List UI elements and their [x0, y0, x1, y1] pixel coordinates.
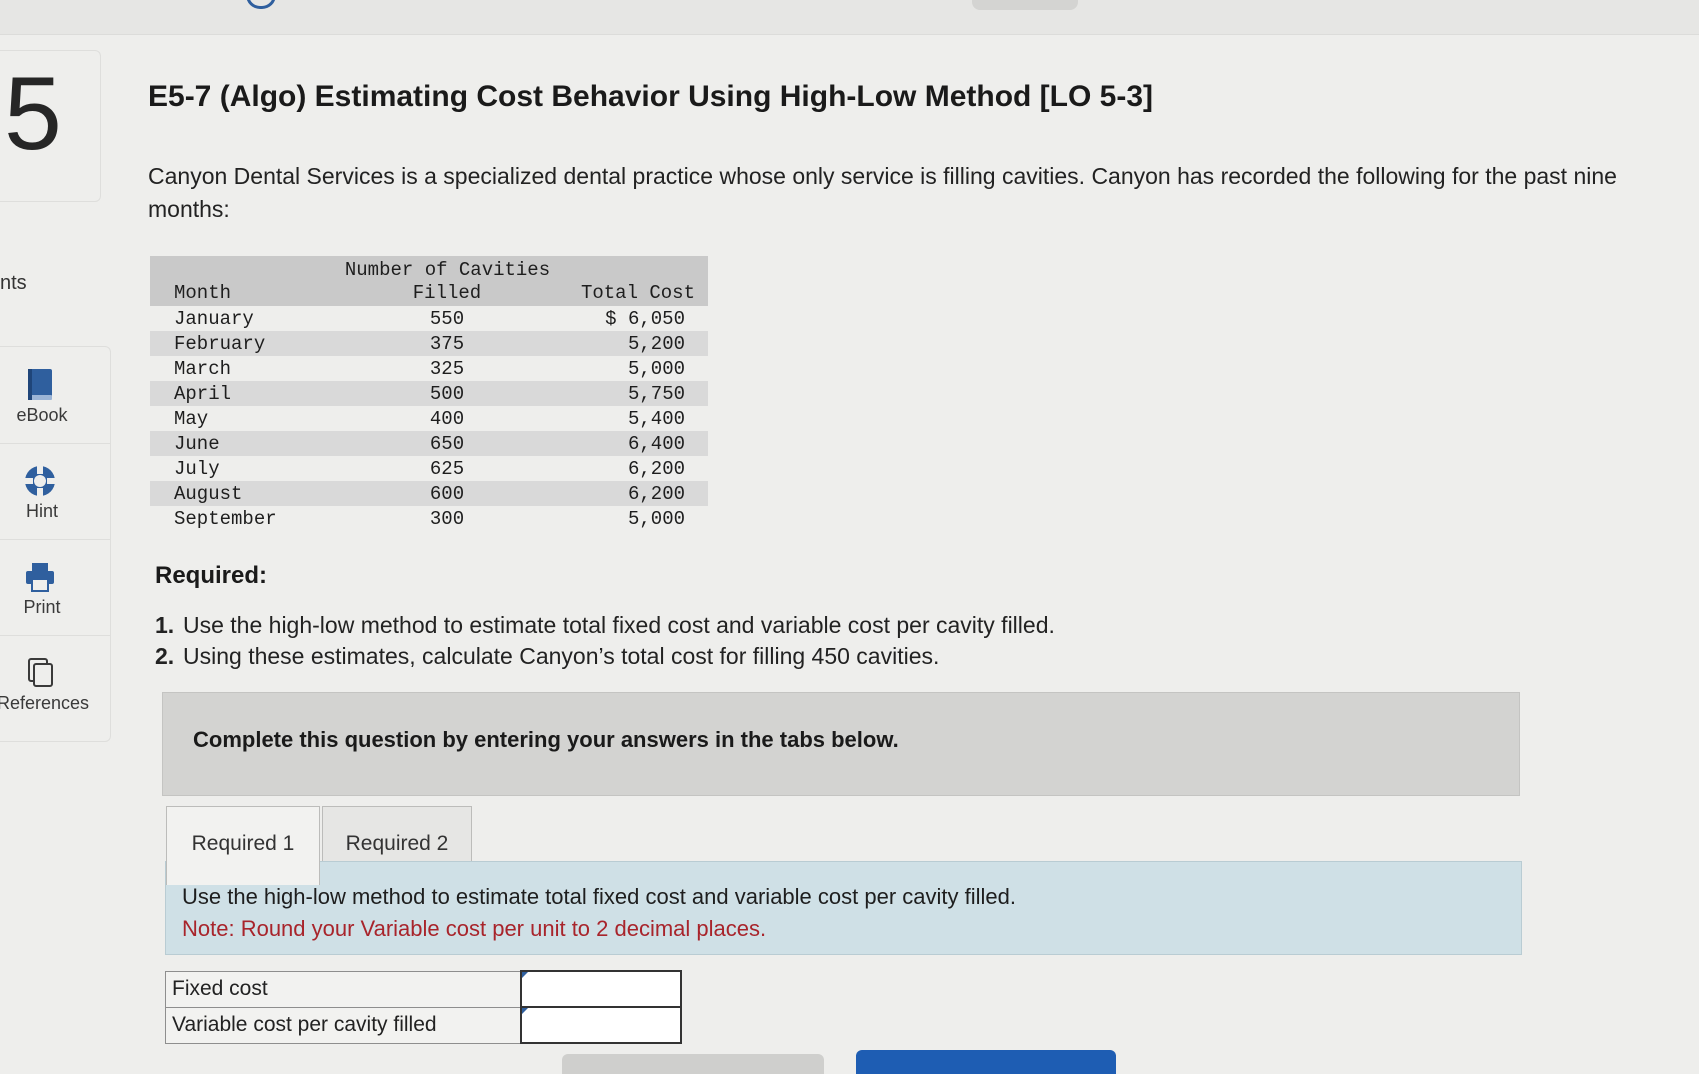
- month-cell: September: [174, 508, 277, 530]
- month-cell: May: [174, 408, 209, 430]
- rounding-note: Note: Round your Variable cost per unit …: [182, 916, 767, 941]
- cost-data-table: Month Number of Cavities Filled Total Co…: [150, 256, 708, 531]
- cost-cell: 5,000: [627, 358, 685, 380]
- month-cell: March: [174, 358, 232, 380]
- variable-cost-label: Variable cost per cavity filled: [165, 1006, 522, 1044]
- table-row: February 375 5,200: [150, 331, 708, 356]
- list-item: 2. Using these estimates, calculate Canyo…: [155, 643, 1055, 674]
- header-cost: Total Cost: [580, 282, 695, 304]
- cost-cell: 5,200: [627, 333, 685, 355]
- previous-button[interactable]: [562, 1054, 824, 1074]
- item-text: Use the high-low method to estimate tota…: [183, 612, 1055, 638]
- instructions-banner: Complete this question by entering your …: [162, 692, 1520, 796]
- item-number: 2.: [155, 643, 175, 669]
- table-row: June 650 6,400: [150, 431, 708, 456]
- cost-cell: 5,750: [627, 383, 685, 405]
- list-item: 1. Use the high-low method to estimate to…: [155, 612, 1055, 643]
- table-row: May 400 5,400: [150, 406, 708, 431]
- table-row: Fixed cost: [165, 970, 682, 1008]
- cost-cell: 5,400: [627, 408, 685, 430]
- month-cell: July: [174, 458, 220, 480]
- banner-text: Complete this question by entering your …: [193, 727, 899, 752]
- instruction-text: Use the high-low method to estimate tota…: [182, 884, 1016, 909]
- variable-cost-input[interactable]: [522, 1008, 680, 1042]
- filled-cell: 325: [429, 358, 465, 380]
- table-row: July 625 6,200: [150, 456, 708, 481]
- sidebar-item-label: Print: [23, 597, 61, 617]
- variable-cost-cell: [520, 1006, 682, 1044]
- top-bar: [0, 0, 1699, 35]
- sidebar-item-print[interactable]: Print: [0, 539, 110, 636]
- fixed-cost-cell: [520, 970, 682, 1008]
- table-header: Month Number of Cavities Filled Total Co…: [150, 256, 708, 306]
- header-filled-line1: Number of Cavities: [344, 259, 551, 281]
- printer-icon: [26, 563, 54, 592]
- filled-cell: 300: [429, 508, 465, 530]
- month-cell: January: [174, 308, 254, 330]
- cost-cell: 6,200: [627, 458, 685, 480]
- cell-flag-icon: [522, 1008, 528, 1014]
- table-row: April 500 5,750: [150, 381, 708, 406]
- tab-required-1[interactable]: Required 1: [166, 806, 320, 885]
- answer-table: Fixed cost Variable cost per cavity fill…: [165, 970, 682, 1044]
- sidebar-item-references[interactable]: References: [0, 635, 110, 731]
- lifebuoy-icon: [25, 466, 55, 496]
- sidebar-item-label: eBook: [16, 405, 68, 425]
- cost-cell: 6,200: [627, 483, 685, 505]
- tools-sidebar: eBook Hint Print References: [0, 346, 111, 742]
- filled-cell: 600: [429, 483, 465, 505]
- sidebar-item-ebook[interactable]: eBook: [0, 347, 110, 444]
- required-list: 1. Use the high-low method to estimate to…: [155, 612, 1055, 674]
- fixed-cost-input[interactable]: [522, 972, 680, 1006]
- filled-cell: 650: [429, 433, 465, 455]
- filled-cell: 625: [429, 458, 465, 480]
- question-intro: Canyon Dental Services is a specialized …: [148, 163, 1617, 222]
- table-row: Variable cost per cavity filled: [165, 1006, 682, 1044]
- header-filled-line2: Filled: [412, 282, 482, 304]
- cost-cell: $ 6,050: [605, 308, 685, 330]
- month-cell: June: [174, 433, 220, 455]
- cell-flag-icon: [522, 972, 528, 978]
- top-bar-control[interactable]: [972, 0, 1078, 10]
- tab-instructions: Use the high-low method to estimate tota…: [165, 861, 1522, 955]
- question-title: E5-7 (Algo) Estimating Cost Behavior Usi…: [148, 80, 1154, 113]
- progress-ring-icon: [246, 0, 276, 9]
- points-label: nts: [0, 272, 27, 294]
- table-row: March 325 5,000: [150, 356, 708, 381]
- fixed-cost-label: Fixed cost: [165, 970, 522, 1008]
- question-number: 5: [4, 56, 62, 172]
- month-cell: August: [174, 483, 243, 505]
- cost-cell: 5,000: [627, 508, 685, 530]
- sidebar-item-label: References: [0, 693, 90, 713]
- required-heading: Required:: [155, 562, 268, 589]
- sidebar-item-hint[interactable]: Hint: [0, 443, 110, 540]
- filled-cell: 375: [429, 333, 465, 355]
- sidebar-item-label: Hint: [25, 501, 58, 521]
- month-cell: February: [174, 333, 266, 355]
- item-number: 1.: [155, 612, 175, 638]
- header-month: Month: [174, 282, 232, 304]
- item-text: Using these estimates, calculate Canyon’…: [183, 643, 940, 669]
- copy-documents-icon: [28, 658, 53, 687]
- filled-cell: 500: [429, 383, 465, 405]
- filled-cell: 400: [429, 408, 465, 430]
- filled-cell: 550: [429, 308, 465, 330]
- book-icon: [28, 369, 52, 400]
- month-cell: April: [174, 383, 232, 405]
- table-row: January 550 $ 6,050: [150, 306, 708, 331]
- next-button[interactable]: [856, 1050, 1116, 1074]
- cost-cell: 6,400: [627, 433, 685, 455]
- table-row: August 600 6,200: [150, 481, 708, 506]
- table-row: September 300 5,000: [150, 506, 708, 531]
